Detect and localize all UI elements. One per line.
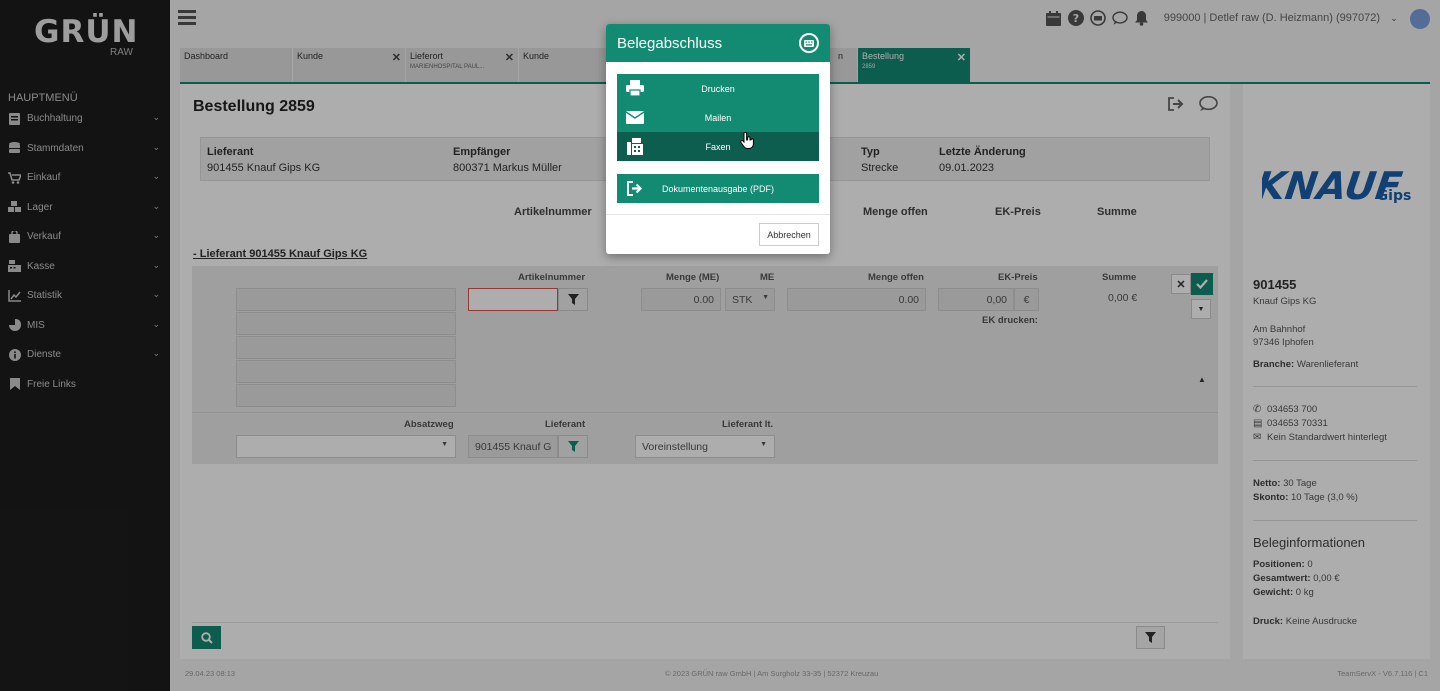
envelope-icon — [626, 109, 644, 125]
keyboard-icon[interactable] — [799, 33, 819, 53]
dialog-header: Belegabschluss — [606, 24, 830, 62]
dialog-title: Belegabschluss — [617, 35, 723, 52]
fax-icon — [626, 137, 644, 155]
hand-cursor-icon — [740, 131, 754, 152]
faxen-button[interactable]: Faxen — [617, 132, 819, 161]
button-label: Dokumentenausgabe (PDF) — [661, 183, 775, 194]
pdf-button[interactable]: Dokumentenausgabe (PDF) — [617, 174, 819, 203]
mailen-button[interactable]: Mailen — [617, 103, 819, 132]
drucken-button[interactable]: Drucken — [617, 74, 819, 103]
abbrechen-button[interactable]: Abbrechen — [759, 223, 819, 246]
button-label: Drucken — [701, 83, 735, 94]
button-label: Mailen — [704, 112, 732, 123]
print-icon — [626, 80, 644, 96]
belegabschluss-dialog: Belegabschluss Drucken Mailen Faxen Doku… — [606, 24, 830, 254]
app-window: GRÜN RAW HAUPTMENÜ Buchhaltung ⌄ Stammda… — [0, 0, 1440, 691]
button-label: Faxen — [705, 141, 731, 152]
sign-out-icon — [626, 180, 644, 196]
dialog-divider — [606, 214, 830, 215]
